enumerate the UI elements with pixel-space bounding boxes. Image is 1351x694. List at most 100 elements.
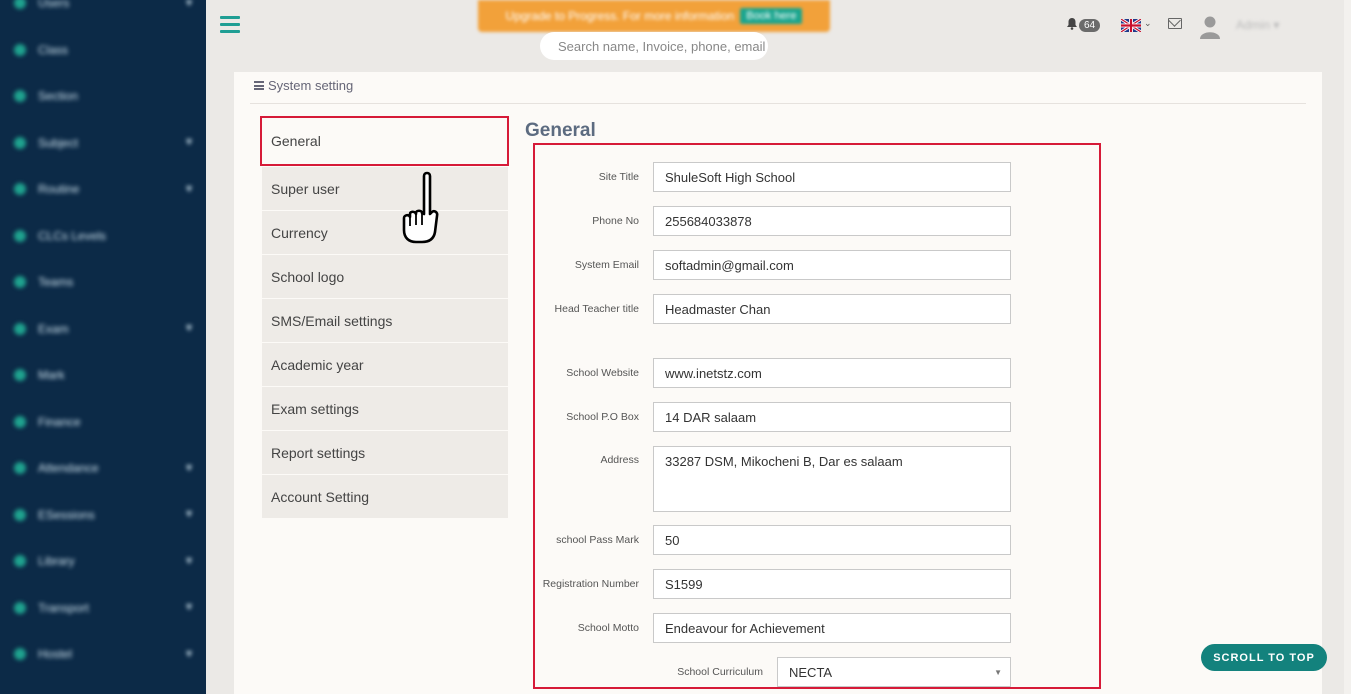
address-label: Address — [600, 454, 639, 466]
system-email-field[interactable] — [653, 250, 1011, 280]
registration-number-field[interactable] — [653, 569, 1011, 599]
school-po-box-row: School P.O Box — [535, 402, 1011, 432]
teams-icon — [14, 276, 26, 288]
head-teacher-title-label: Head Teacher title — [554, 303, 639, 315]
sidebar-item-label: Hostel — [38, 647, 73, 661]
chevron-down-icon[interactable]: ⌄ — [1144, 18, 1152, 29]
sidebar-item[interactable]: Routine ▼ — [0, 166, 206, 212]
promo-text: Upgrade to Progress. For more informatio… — [505, 9, 735, 23]
avatar[interactable] — [1199, 15, 1221, 39]
general-settings-form: Site Title Phone No System Email Head Te… — [533, 143, 1101, 689]
hostel-icon — [14, 648, 26, 660]
sidebar-item-label: Exam — [38, 321, 69, 336]
menu-item-general[interactable]: General — [260, 116, 509, 166]
library-icon — [14, 555, 26, 567]
scroll-to-top-button[interactable]: SCROLL TO TOP — [1201, 644, 1327, 671]
menu-item-account-setting[interactable]: Account Setting — [262, 475, 508, 518]
school-motto-label: School Motto — [577, 622, 639, 634]
settings-menu: General Super user Currency School logo … — [260, 116, 509, 519]
menu-item-academic-year[interactable]: Academic year — [262, 343, 508, 386]
sidebar-item[interactable]: CLCs Levels — [0, 213, 206, 259]
promo-button[interactable]: Book here — [740, 8, 803, 24]
sidebar-item-label: Class — [38, 42, 69, 57]
chevron-down-icon: ▼ — [184, 462, 194, 474]
uk-flag-icon[interactable] — [1121, 19, 1141, 32]
school-pass-mark-label: school Pass Mark — [556, 534, 639, 546]
bell-icon[interactable] — [1066, 17, 1078, 33]
sidebar-item[interactable]: Mark — [0, 352, 206, 398]
sidebar-item[interactable]: ESessions ▼ — [0, 492, 206, 538]
school-website-row: School Website — [535, 358, 1011, 388]
menu-item-currency[interactable]: Currency — [262, 211, 508, 254]
menu-item-report-settings[interactable]: Report settings — [262, 431, 508, 474]
finance-icon — [14, 415, 26, 428]
chevron-down-icon: ▼ — [184, 555, 194, 567]
sidebar-item[interactable]: Exam ▼ — [0, 306, 206, 352]
notifications[interactable]: 64 — [1066, 17, 1101, 33]
sidebar-item-label: Routine — [38, 182, 80, 196]
sidebar: Users ▼ Class Section Subject ▼ Routine ▼ CLCs L… — [0, 0, 206, 694]
user-menu[interactable]: Admin ▾ — [1236, 18, 1279, 32]
school-pass-mark-field[interactable] — [653, 525, 1011, 555]
head-teacher-title-field[interactable] — [653, 294, 1011, 324]
chevron-down-icon: ▼ — [184, 137, 194, 148]
sidebar-item[interactable]: Hostel ▼ — [0, 631, 206, 677]
routine-icon — [14, 183, 26, 195]
school-po-box-field[interactable] — [653, 402, 1011, 432]
sidebar-item[interactable]: Section — [0, 73, 206, 119]
chevron-down-icon: ▼ — [184, 602, 194, 613]
search-input[interactable] — [540, 32, 768, 60]
menu-item-school-logo[interactable]: School logo — [262, 255, 508, 298]
sidebar-item-label: Teams — [38, 275, 74, 289]
sidebar-item-label: Transport — [38, 600, 89, 615]
sidebar-item[interactable]: Users ▼ — [0, 0, 206, 26]
school-curriculum-select[interactable]: NECTA ▼ — [777, 657, 1011, 687]
sidebar-item-label: Section — [38, 89, 79, 103]
chevron-down-icon: ▼ — [184, 648, 194, 660]
sidebar-item[interactable]: Teams — [0, 259, 206, 305]
menu-toggle-icon[interactable] — [220, 16, 240, 34]
mail-icon[interactable] — [1168, 18, 1182, 29]
head-teacher-title-row: Head Teacher title — [535, 294, 1011, 324]
sidebar-item[interactable]: Attendance ▼ — [0, 445, 206, 491]
menu-item-sms-email-settings[interactable]: SMS/Email settings — [262, 299, 508, 342]
menu-item-super-user[interactable]: Super user — [262, 167, 508, 210]
menu-item-exam-settings[interactable]: Exam settings — [262, 387, 508, 430]
phone-no-label: Phone No — [592, 215, 639, 227]
phone-no-field[interactable] — [653, 206, 1011, 236]
sidebar-item[interactable]: Library ▼ — [0, 538, 206, 584]
school-po-box-label: School P.O Box — [566, 411, 639, 423]
sidebar-item[interactable]: Class — [0, 27, 206, 73]
registration-number-label: Registration Number — [542, 578, 639, 590]
list-icon — [254, 81, 264, 90]
site-title-label: Site Title — [598, 171, 639, 183]
user-caret: ▾ — [1273, 18, 1280, 32]
users-icon — [14, 0, 26, 9]
divider — [250, 103, 1306, 104]
site-title-field[interactable] — [653, 162, 1011, 192]
chevron-down-icon: ▼ — [184, 183, 194, 195]
levels-icon — [14, 229, 26, 242]
school-motto-field[interactable] — [653, 613, 1011, 643]
sidebar-item-label: Attendance — [38, 461, 99, 475]
exam-icon — [14, 322, 26, 335]
sidebar-item[interactable]: Transport ▼ — [0, 585, 206, 631]
scrollbar[interactable] — [1344, 0, 1351, 694]
sidebar-item-label: CLCs Levels — [38, 228, 107, 243]
promo-banner: Upgrade to Progress. For more informatio… — [478, 0, 830, 32]
phone-no-row: Phone No — [535, 206, 1011, 236]
chevron-down-icon: ▼ — [994, 667, 1002, 677]
sidebar-item-label: Users — [38, 0, 70, 10]
settings-panel: System setting General Super user Curren… — [234, 72, 1322, 694]
address-row: Address 33287 DSM, Mikocheni B, Dar es s… — [535, 446, 1011, 512]
sidebar-item[interactable]: Subject ▼ — [0, 120, 206, 166]
chevron-down-icon: ▼ — [184, 509, 194, 520]
site-title-row: Site Title — [535, 162, 1011, 192]
school-website-field[interactable] — [653, 358, 1011, 388]
pointing-hand-icon — [402, 171, 439, 244]
school-motto-row: School Motto — [535, 613, 1011, 643]
mark-icon — [14, 369, 26, 381]
address-field[interactable]: 33287 DSM, Mikocheni B, Dar es salaam — [653, 446, 1011, 512]
sidebar-item[interactable]: Finance — [0, 399, 206, 445]
sidebar-item-label: Library — [38, 554, 75, 568]
